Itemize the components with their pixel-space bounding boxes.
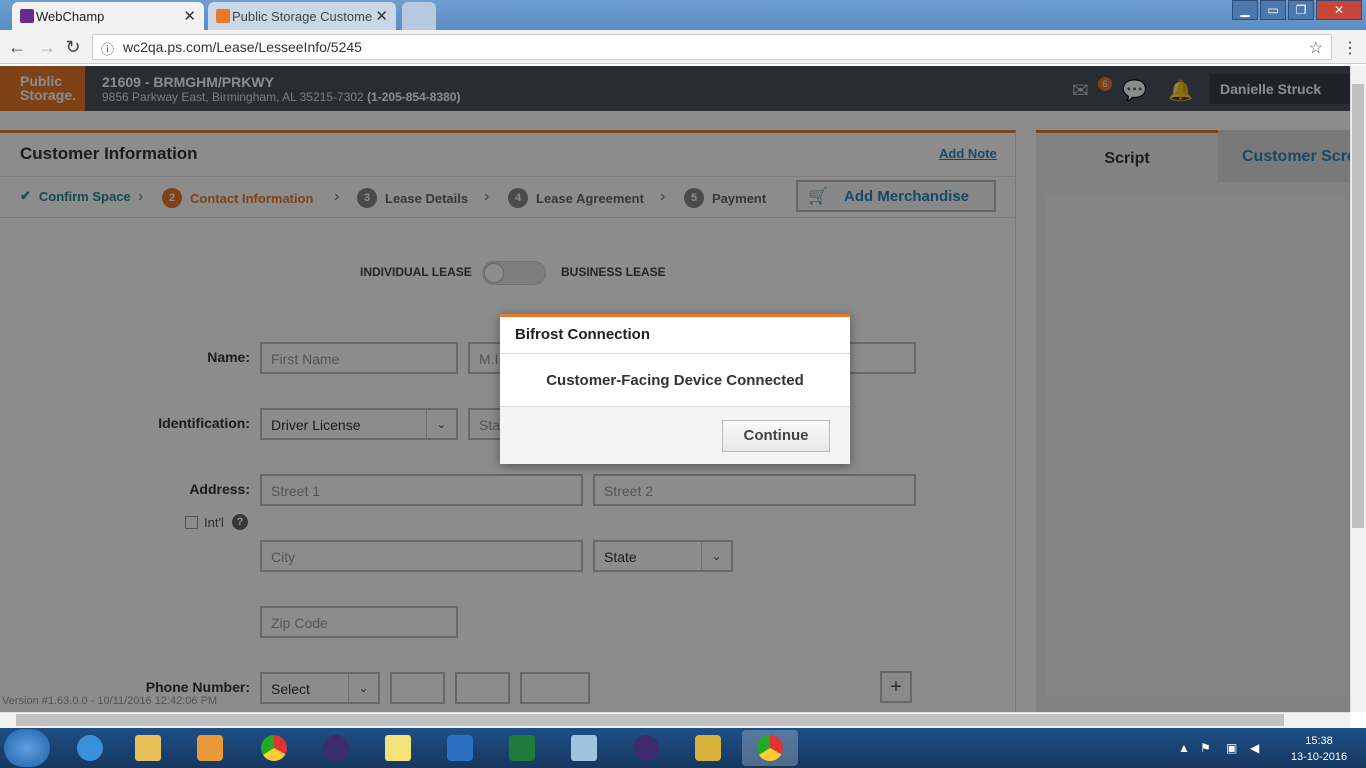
public-storage-favicon-icon [216,9,230,23]
chrome-icon[interactable] [246,730,302,766]
eclipse-icon-2[interactable] [618,730,674,766]
new-tab-button[interactable] [402,2,436,30]
chrome-active-icon[interactable] [742,730,798,766]
action-center-flag-icon[interactable]: ⚑ [1200,741,1211,755]
continue-button[interactable]: Continue [722,420,830,452]
browser-tab-strip [0,0,1366,30]
lync-icon[interactable] [432,730,488,766]
maximize-window-icon[interactable]: ❐ [1288,0,1314,20]
restore-window-icon[interactable]: ▭ [1260,0,1286,20]
dialog-message: Customer-Facing Device Connected [546,372,804,389]
show-hidden-icons-icon[interactable]: ▲ [1178,741,1190,755]
minimize-window-icon[interactable]: ▁ [1232,0,1258,20]
dialog-title: Bifrost Connection [515,326,650,343]
webchamp-favicon-icon [20,9,34,23]
back-arrow-icon[interactable]: ← [6,36,28,58]
info-icon[interactable]: ⓘ [101,39,114,58]
sticky-notes-icon[interactable] [370,730,426,766]
snipping-tool-icon[interactable] [680,730,736,766]
dialog-divider [500,353,850,354]
browser-menu-icon[interactable]: ⋮ [1342,38,1358,58]
clock-date: 13-10-2016 [1290,751,1348,763]
tab-public-storage-customer[interactable]: Public Storage Customer ✕ [208,2,396,30]
media-player-icon[interactable] [182,730,238,766]
taskbar-clock[interactable]: 15:38 13-10-2016 [1282,733,1356,765]
close-tab-icon[interactable]: ✕ [375,7,388,25]
url-text: wc2qa.ps.com/Lease/LesseeInfo/5245 [123,39,362,55]
clock-time: 15:38 [1305,735,1333,747]
volume-icon[interactable]: ◀ [1250,741,1259,755]
tab-title: WebChamp [36,8,105,24]
tab-webchamp[interactable]: WebChamp ✕ [12,2,204,30]
close-window-icon[interactable]: ✕ [1316,0,1362,20]
vertical-scroll-thumb[interactable] [1352,84,1364,528]
eclipse-icon[interactable] [308,730,364,766]
bookmark-star-icon[interactable]: ☆ [1309,38,1323,58]
internet-explorer-icon[interactable] [62,730,118,766]
network-icon[interactable]: ▣ [1226,741,1237,755]
horizontal-scroll-thumb[interactable] [16,714,1284,726]
address-bar[interactable]: ⓘ wc2qa.ps.com/Lease/LesseeInfo/5245 ☆ [92,34,1332,60]
excel-icon[interactable] [494,730,550,766]
notepad-icon[interactable] [556,730,612,766]
reload-icon[interactable]: ↻ [62,36,84,58]
close-tab-icon[interactable]: ✕ [183,7,196,25]
start-button[interactable] [4,729,50,767]
file-explorer-icon[interactable] [120,730,176,766]
forward-arrow-icon[interactable]: → [36,36,58,58]
tab-title: Public Storage Customer [232,8,372,24]
